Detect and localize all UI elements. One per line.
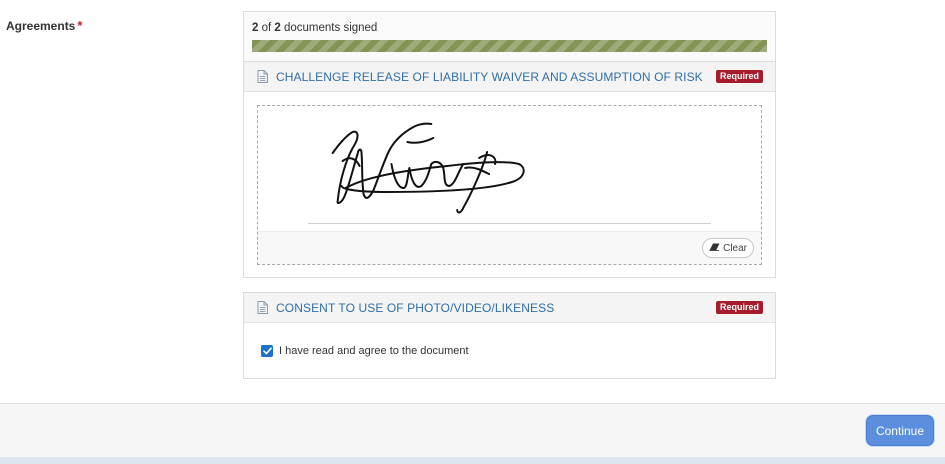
signature-baseline xyxy=(308,223,711,224)
page-bottom-strip xyxy=(0,457,945,464)
document-consent: CONSENT TO USE OF PHOTO/VIDEO/LIKENESS R… xyxy=(243,292,776,379)
document-title-link[interactable]: CONSENT TO USE OF PHOTO/VIDEO/LIKENESS xyxy=(276,301,716,315)
signature-drawing xyxy=(331,122,525,214)
progress-bar xyxy=(252,40,767,52)
agreements-panel: 2 of 2 documents signed CHALLENGE RELEAS… xyxy=(243,11,776,379)
eraser-icon xyxy=(709,243,720,253)
clear-label: Clear xyxy=(723,242,747,254)
agree-checkbox-label[interactable]: I have read and agree to the document xyxy=(279,345,469,357)
required-asterisk: * xyxy=(77,18,83,33)
checkmark-icon xyxy=(262,347,272,354)
continue-button[interactable]: Continue xyxy=(866,415,934,446)
document-icon xyxy=(257,69,269,84)
document-icon xyxy=(257,300,269,315)
document-waiver: CHALLENGE RELEASE OF LIABILITY WAIVER AN… xyxy=(243,61,776,278)
required-badge: Required xyxy=(715,70,763,83)
document-header: CHALLENGE RELEASE OF LIABILITY WAIVER AN… xyxy=(244,62,775,92)
form-footer: Continue xyxy=(0,403,945,457)
signing-progress: 2 of 2 documents signed xyxy=(243,11,776,61)
required-badge: Required xyxy=(715,301,763,314)
agreements-label: Agreements * xyxy=(6,18,82,33)
progress-bar-fill xyxy=(252,40,767,52)
consent-row: I have read and agree to the document xyxy=(244,323,775,378)
document-title-link[interactable]: CHALLENGE RELEASE OF LIABILITY WAIVER AN… xyxy=(276,70,716,84)
clear-signature-button[interactable]: Clear xyxy=(702,238,754,258)
progress-suffix: documents signed xyxy=(280,22,378,34)
agreements-label-text: Agreements xyxy=(6,19,76,33)
of-word: of xyxy=(258,22,275,34)
document-header: CONSENT TO USE OF PHOTO/VIDEO/LIKENESS R… xyxy=(244,293,775,323)
signature-pad[interactable]: Clear xyxy=(257,105,762,265)
agree-checkbox[interactable] xyxy=(261,344,273,357)
signature-footer: Clear xyxy=(258,231,761,264)
progress-text: 2 of 2 documents signed xyxy=(252,22,767,34)
